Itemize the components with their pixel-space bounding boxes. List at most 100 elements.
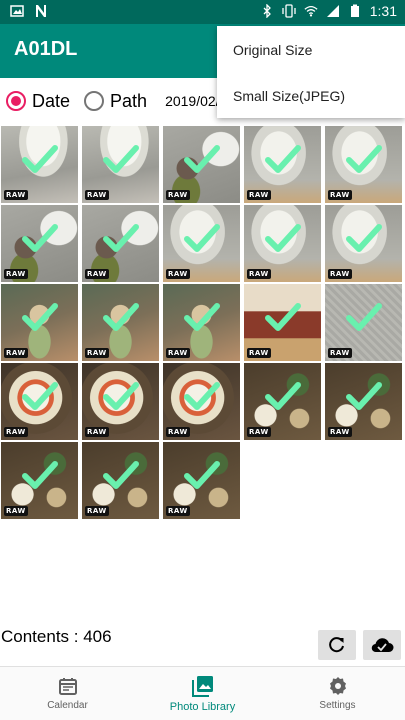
bluetooth-icon — [263, 4, 271, 18]
photo-thumbnail[interactable]: RAW — [82, 442, 159, 519]
photo-thumbnail[interactable]: RAW — [325, 126, 402, 203]
nav-calendar[interactable]: Calendar — [0, 667, 135, 720]
checkmark-icon — [184, 224, 220, 252]
photo-thumbnail[interactable]: RAW — [82, 363, 159, 440]
photo-thumbnail[interactable]: RAW — [82, 205, 159, 282]
photo-thumbnail[interactable]: RAW — [244, 205, 321, 282]
raw-badge: RAW — [166, 506, 190, 516]
checkmark-icon — [265, 382, 301, 410]
checkmark-icon — [265, 303, 301, 331]
photo-thumbnail[interactable]: RAW — [244, 284, 321, 361]
image-icon — [10, 5, 24, 17]
checkmark-icon — [22, 461, 58, 489]
raw-badge: RAW — [85, 190, 109, 200]
raw-badge: RAW — [85, 269, 109, 279]
raw-badge: RAW — [4, 427, 28, 437]
app-root: 1:31 A01DL Date Path 2019/02/ RAW RAW RAW R… — [0, 0, 405, 720]
status-bar: 1:31 — [0, 0, 405, 24]
checkmark-icon — [184, 303, 220, 331]
photo-thumbnail[interactable]: RAW — [82, 284, 159, 361]
date-radio-label: Date — [32, 90, 71, 111]
photo-thumbnail[interactable]: RAW — [163, 363, 240, 440]
cloud-download-button[interactable] — [363, 630, 401, 660]
raw-badge: RAW — [4, 506, 28, 516]
contents-count: Contents : 406 — [1, 627, 112, 646]
raw-badge: RAW — [166, 269, 190, 279]
cloud-check-icon — [371, 638, 394, 653]
radio-selected-icon — [6, 91, 26, 111]
photo-thumbnail[interactable]: RAW — [325, 363, 402, 440]
checkmark-icon — [22, 224, 58, 252]
refresh-button[interactable] — [318, 630, 356, 660]
nav-photo-library[interactable]: Photo Library — [135, 667, 270, 720]
photo-thumbnail[interactable]: RAW — [1, 126, 78, 203]
photo-thumbnail[interactable]: RAW — [163, 442, 240, 519]
nav-calendar-label: Calendar — [47, 700, 88, 711]
checkmark-icon — [265, 224, 301, 252]
checkmark-icon — [346, 224, 382, 252]
photo-thumbnail[interactable]: RAW — [244, 126, 321, 203]
raw-badge: RAW — [247, 269, 271, 279]
raw-badge: RAW — [247, 427, 271, 437]
nav-photo-library-label: Photo Library — [169, 700, 236, 713]
photo-thumbnail[interactable]: RAW — [163, 284, 240, 361]
refresh-icon — [329, 637, 344, 653]
photo-thumbnail[interactable]: RAW — [163, 205, 240, 282]
raw-badge: RAW — [4, 190, 28, 200]
photo-grid: RAW RAW RAW RAW RAW RAW RAW RAW RAW RAW RAW RAW RAW R… — [1, 126, 405, 519]
checkmark-icon — [265, 145, 301, 173]
path-radio[interactable]: Path — [84, 91, 147, 112]
photo-thumbnail[interactable]: RAW — [163, 126, 240, 203]
checkmark-icon — [22, 303, 58, 331]
app-title: A01DL — [14, 38, 78, 60]
n-logo-icon — [36, 5, 46, 17]
checkmark-icon — [103, 145, 139, 173]
checkmark-icon — [103, 382, 139, 410]
calendar-icon — [58, 678, 77, 695]
photo-thumbnail[interactable]: RAW — [1, 205, 78, 282]
overflow-menu: Original Size Small Size(JPEG) — [217, 26, 405, 118]
raw-badge: RAW — [85, 427, 109, 437]
date-radio[interactable]: Date — [6, 91, 70, 112]
radio-unselected-icon — [84, 91, 105, 111]
gear-icon — [329, 677, 346, 695]
raw-badge: RAW — [247, 190, 271, 200]
bottom-navigation: Calendar Photo Library Settings — [0, 666, 405, 720]
checkmark-icon — [346, 145, 382, 173]
menu-item-original-size[interactable]: Original Size — [233, 42, 312, 58]
photo-library-icon — [191, 675, 213, 697]
checkmark-icon — [22, 145, 58, 173]
raw-badge: RAW — [166, 190, 190, 200]
nav-settings-label: Settings — [319, 700, 356, 711]
raw-badge: RAW — [328, 190, 352, 200]
raw-badge: RAW — [166, 348, 190, 358]
checkmark-icon — [103, 224, 139, 252]
nav-settings[interactable]: Settings — [270, 667, 405, 720]
photo-thumbnail[interactable]: RAW — [1, 284, 78, 361]
raw-badge: RAW — [85, 348, 109, 358]
photo-thumbnail[interactable]: RAW — [244, 363, 321, 440]
checkmark-icon — [103, 461, 139, 489]
checkmark-icon — [346, 303, 382, 331]
photo-thumbnail[interactable]: RAW — [1, 442, 78, 519]
menu-item-small-size-jpeg[interactable]: Small Size(JPEG) — [233, 88, 345, 104]
raw-badge: RAW — [247, 348, 271, 358]
signal-icon — [326, 5, 339, 17]
status-time: 1:31 — [369, 3, 397, 19]
photo-thumbnail[interactable]: RAW — [82, 126, 159, 203]
raw-badge: RAW — [166, 427, 190, 437]
photo-thumbnail[interactable]: RAW — [325, 284, 402, 361]
vibrate-icon — [282, 4, 296, 18]
checkmark-icon — [184, 145, 220, 173]
date-selector[interactable]: 2019/02/ — [165, 93, 220, 109]
raw-badge: RAW — [4, 348, 28, 358]
raw-badge: RAW — [85, 506, 109, 516]
checkmark-icon — [184, 461, 220, 489]
photo-thumbnail[interactable]: RAW — [1, 363, 78, 440]
checkmark-icon — [184, 382, 220, 410]
raw-badge: RAW — [328, 348, 352, 358]
checkmark-icon — [346, 382, 382, 410]
photo-thumbnail[interactable]: RAW — [325, 205, 402, 282]
checkmark-icon — [103, 303, 139, 331]
checkmark-icon — [22, 382, 58, 410]
